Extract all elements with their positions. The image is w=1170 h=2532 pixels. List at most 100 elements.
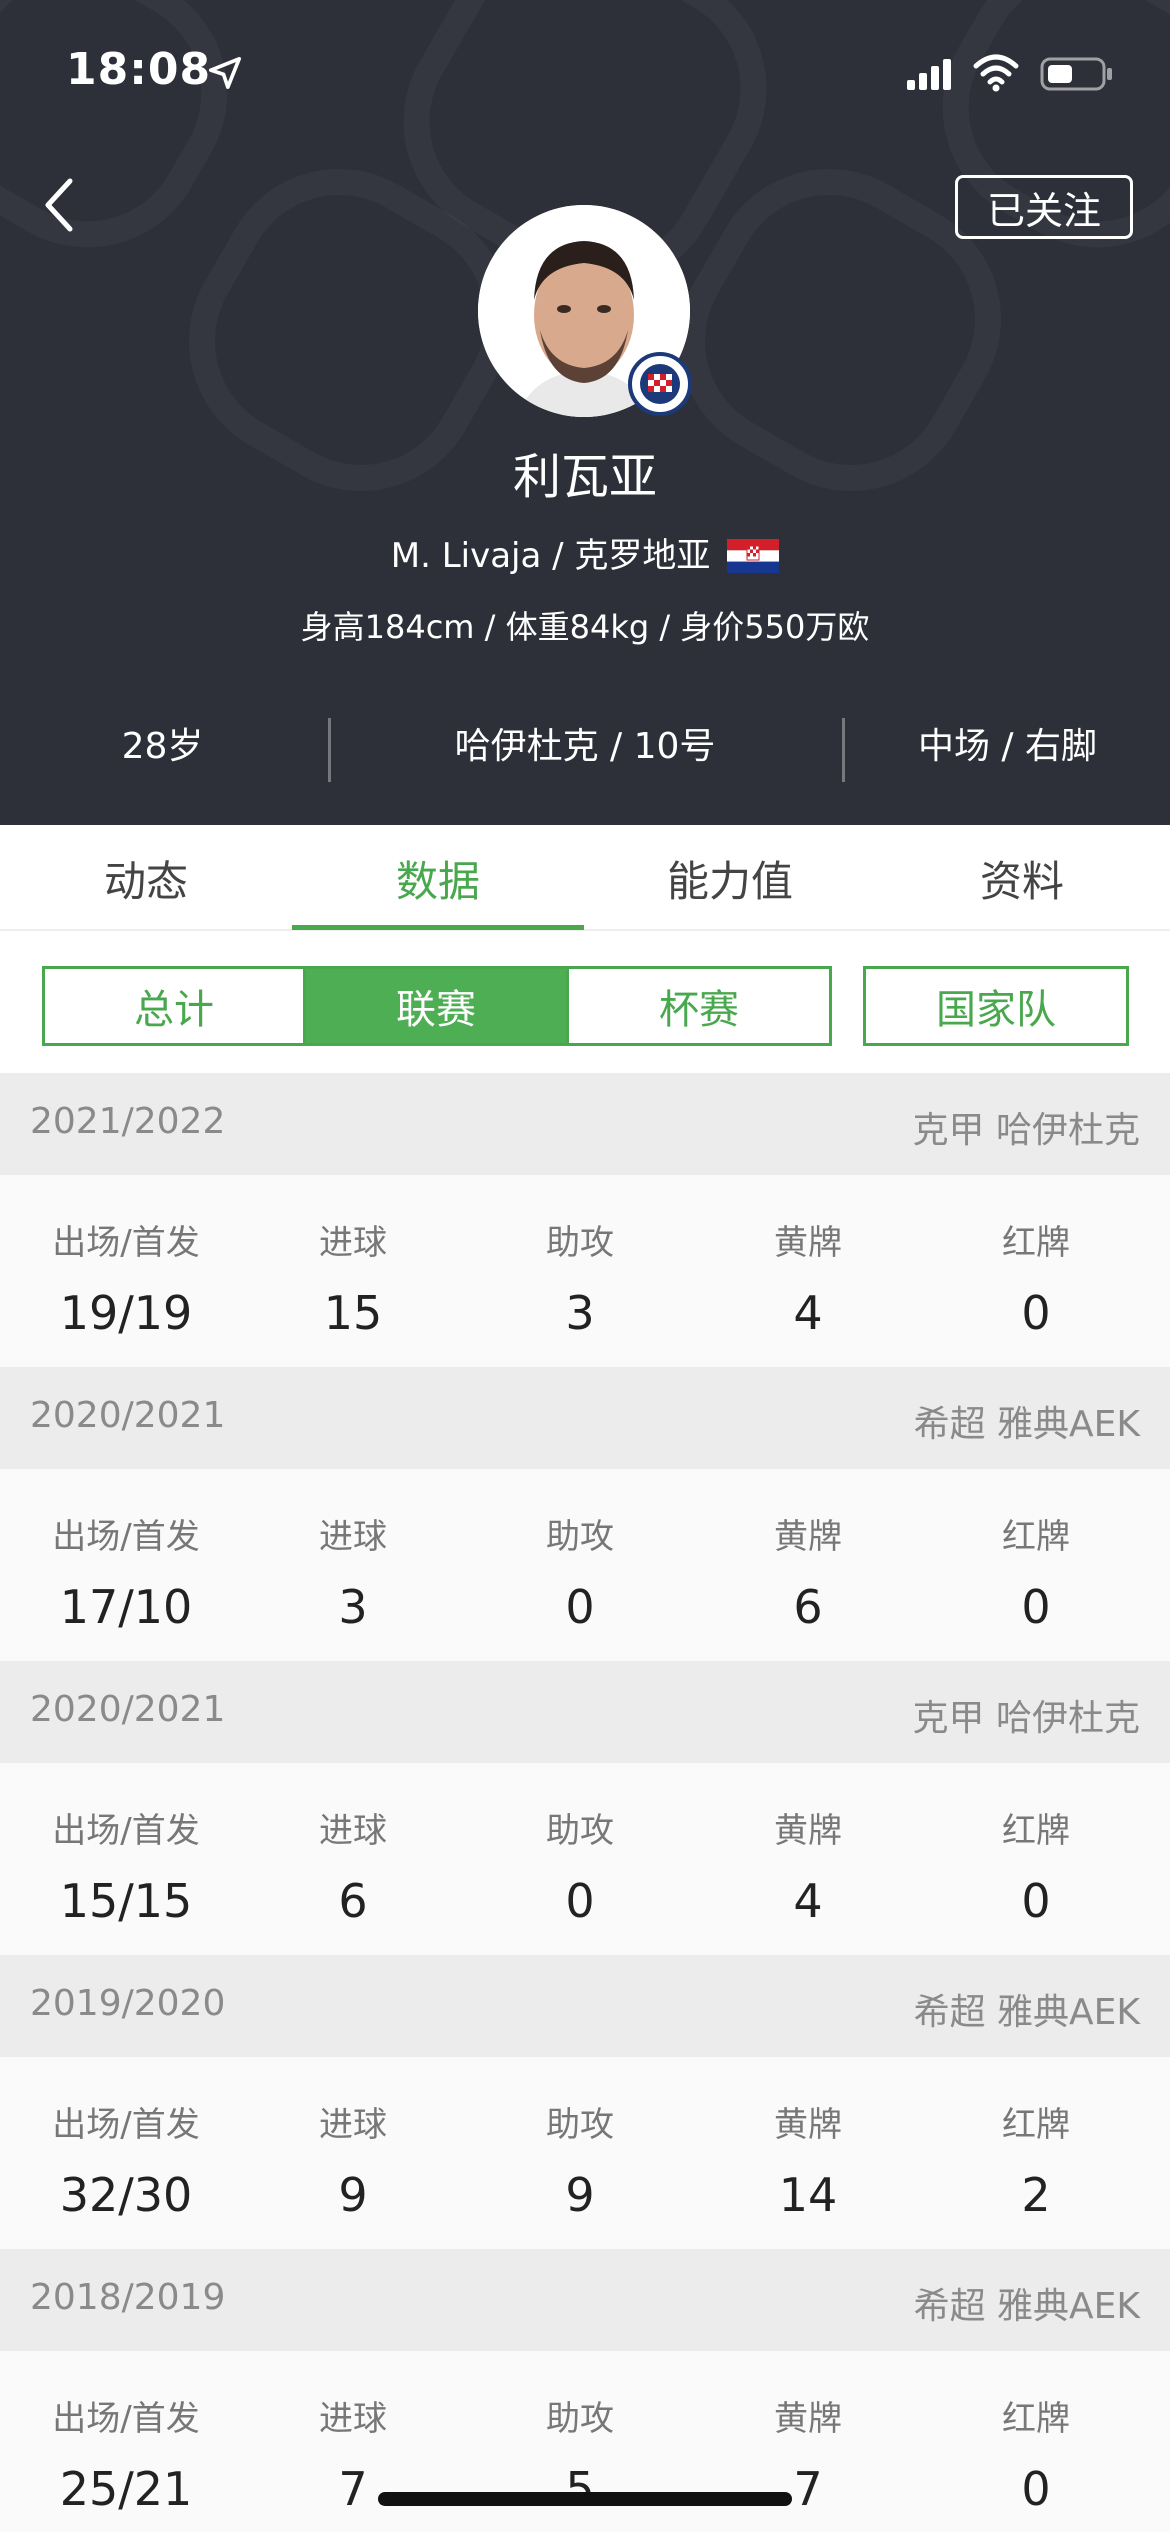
season-league-club: 希超 雅典AEK [913,2286,1140,2327]
info-divider [842,718,845,782]
stat-value: 4 [793,1874,823,1928]
season-league-club: 希超 雅典AEK [913,1992,1140,2033]
filter-total[interactable]: 总计 [42,966,306,1046]
stat-cell: 红牌 2 [926,2057,1146,2222]
season-year: 2020/2021 [30,1395,226,1436]
stat-label: 进球 [319,1811,387,1851]
tab-ability[interactable]: 能力值 [584,825,876,931]
season-year: 2020/2021 [30,1689,226,1730]
croatia-flag-icon [727,539,780,573]
player-physical: 身高184cm / 体重84kg / 身价550万欧 [300,608,870,646]
stat-value: 6 [338,1874,368,1928]
stat-label: 助攻 [546,1223,614,1263]
filter-cup[interactable]: 杯赛 [566,966,832,1046]
season-stats: 出场/首发 17/10 进球 3 助攻 0 黄牌 6 红牌 0 [0,1469,1170,1661]
season-league-club: 希超 雅典AEK [913,1404,1140,1445]
info-divider [328,718,331,782]
stat-value: 9 [338,2168,368,2222]
stat-value: 0 [1021,1580,1051,1634]
player-club-number: 哈伊杜克 / 10号 [454,726,716,767]
stat-label: 进球 [319,1517,387,1557]
stat-value: 14 [778,2168,838,2222]
season-league-club: 克甲 哈伊杜克 [912,1698,1140,1739]
stat-value: 0 [1021,1874,1051,1928]
stat-label: 出场/首发 [52,1223,200,1263]
club-badge-icon [628,352,692,416]
season-header: 2018/2019 希超 雅典AEK [0,2249,1170,2351]
stat-value: 0 [565,1874,595,1928]
stat-value: 4 [793,1286,823,1340]
stat-cell: 红牌 0 [926,1763,1146,1928]
filter-league[interactable]: 联赛 [303,966,569,1046]
stat-label: 出场/首发 [52,1811,200,1851]
stat-value: 17/10 [59,1580,193,1634]
season-stats: 出场/首发 19/19 进球 15 助攻 3 黄牌 4 红牌 0 [0,1175,1170,1367]
stat-label: 红牌 [1002,1223,1070,1263]
stat-value: 32/30 [59,2168,193,2222]
stat-label: 进球 [319,2399,387,2439]
filter-national-team[interactable]: 国家队 [863,966,1129,1046]
tab-news[interactable]: 动态 [0,825,292,931]
stats-filter: 总计 联赛 杯赛 国家队 [0,931,1170,1073]
stat-label: 红牌 [1002,1811,1070,1851]
stat-cell: 助攻 3 [470,1175,690,1340]
stat-label: 助攻 [546,1811,614,1851]
season-header: 2021/2022 克甲 哈伊杜克 [0,1073,1170,1175]
stat-label: 出场/首发 [52,2399,200,2439]
stat-label: 黄牌 [774,2105,842,2145]
stat-cell: 助攻 0 [470,1469,690,1634]
stat-label: 红牌 [1002,2105,1070,2145]
stat-value: 25/21 [59,2462,193,2516]
tab-bar: 动态 数据 能力值 资料 [0,825,1170,931]
tab-profile[interactable]: 资料 [876,825,1168,931]
stat-label: 进球 [319,2105,387,2145]
home-indicator [378,2492,792,2506]
tab-active-indicator [292,925,584,930]
stat-value: 3 [565,1286,595,1340]
stat-value: 15/15 [59,1874,193,1928]
cellular-signal-icon [907,59,951,90]
stat-label: 黄牌 [774,1223,842,1263]
stat-cell: 黄牌 6 [698,1469,918,1634]
location-arrow-icon [208,56,242,90]
stat-value: 0 [1021,1286,1051,1340]
stat-value: 2 [1021,2168,1051,2222]
player-name-nation: M. Livaja / 克罗地亚 [0,528,1170,577]
player-name: 利瓦亚 [512,449,657,505]
stat-cell: 黄牌 14 [698,2057,918,2222]
season-year: 2021/2022 [30,1101,226,1142]
stat-label: 助攻 [546,1517,614,1557]
tab-data[interactable]: 数据 [292,825,584,931]
stat-label: 红牌 [1002,1517,1070,1557]
stat-label: 助攻 [546,2105,614,2145]
season-stats: 出场/首发 32/30 进球 9 助攻 9 黄牌 14 红牌 2 [0,2057,1170,2249]
season-header: 2020/2021 希超 雅典AEK [0,1367,1170,1469]
stat-value: 3 [338,1580,368,1634]
stat-cell: 进球 3 [243,1469,463,1634]
stat-label: 出场/首发 [52,1517,200,1557]
stat-label: 红牌 [1002,2399,1070,2439]
stat-cell: 黄牌 4 [698,1763,918,1928]
stat-cell: 助攻 0 [470,1763,690,1928]
stat-value: 0 [1021,2462,1051,2516]
season-header: 2019/2020 希超 雅典AEK [0,1955,1170,2057]
stat-cell: 助攻 9 [470,2057,690,2222]
player-position-foot: 中场 / 右脚 [917,726,1098,767]
back-chevron-icon[interactable] [40,175,80,235]
stat-value: 6 [793,1580,823,1634]
stat-value: 0 [565,1580,595,1634]
stat-cell: 进球 15 [243,1175,463,1340]
stat-cell: 出场/首发 25/21 [16,2351,236,2516]
season-year: 2018/2019 [30,2277,226,2318]
status-time: 18:08 [66,44,212,95]
battery-icon [1040,57,1112,91]
stat-value: 9 [565,2168,595,2222]
season-league-club: 克甲 哈伊杜克 [912,1110,1140,1151]
stat-label: 出场/首发 [52,2105,200,2145]
stat-value: 7 [793,2462,823,2516]
stat-cell: 出场/首发 17/10 [16,1469,236,1634]
follow-button[interactable]: 已关注 [955,175,1133,239]
stat-cell: 出场/首发 32/30 [16,2057,236,2222]
season-year: 2019/2020 [30,1983,226,2024]
player-age: 28岁 [121,726,204,767]
